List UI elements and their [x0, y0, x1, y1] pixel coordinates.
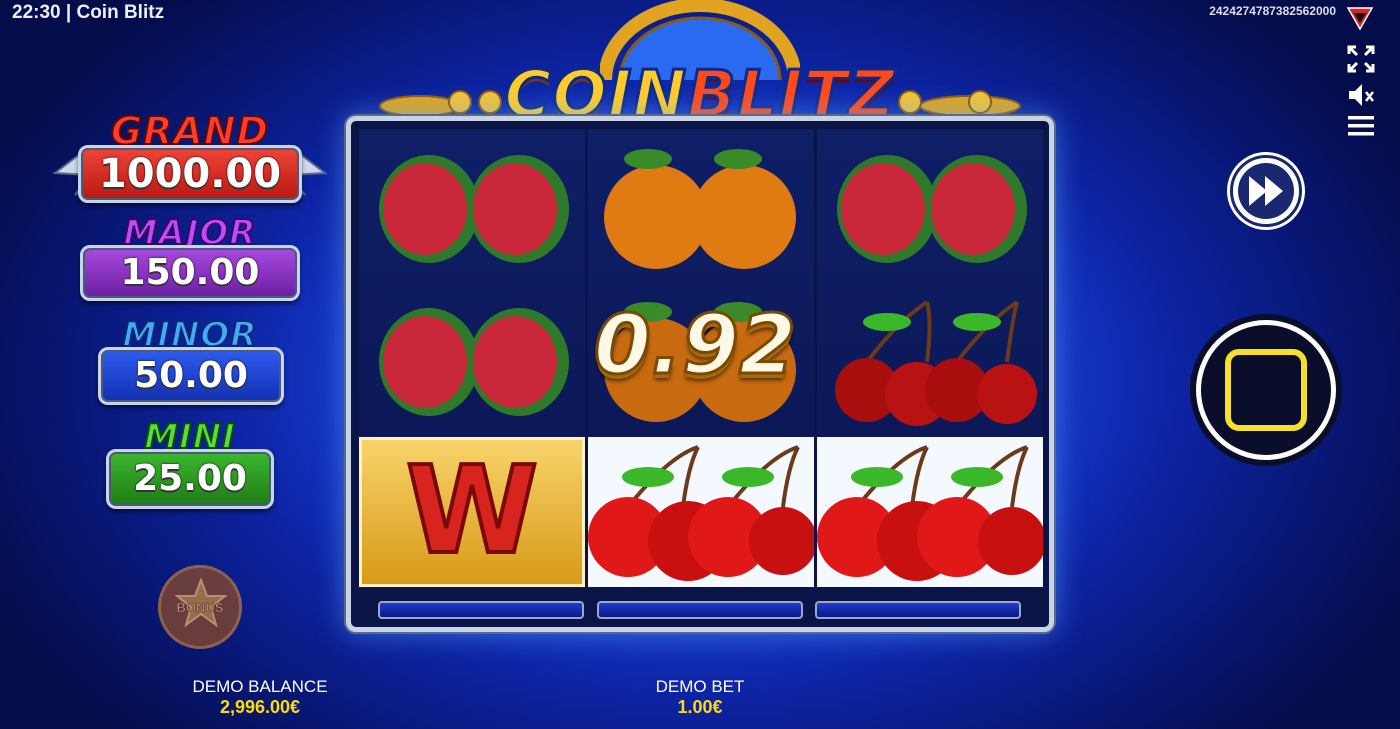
game-logo: COINBLITZ — [360, 0, 1040, 134]
demo-balance: DEMO BALANCE 2,996.00€ — [160, 677, 360, 718]
sound-muted-icon[interactable] — [1346, 80, 1376, 110]
symbol-watermelon — [359, 282, 585, 432]
win-amount: 0.92 — [592, 297, 797, 395]
watermelon-icon — [379, 155, 569, 263]
jackpot-mini: MINI 25.00 — [50, 416, 330, 517]
balance-label: DEMO BALANCE — [192, 677, 328, 696]
watermelon-icon — [379, 308, 569, 416]
bonus-label: BONUS — [176, 600, 224, 616]
symbol-watermelon — [817, 129, 1043, 279]
reel-1-bar — [378, 601, 584, 619]
balance-value: 2,996.00€ — [219, 697, 301, 717]
bet-value: 1.00€ — [677, 697, 723, 717]
reel-3-bar — [815, 601, 1021, 619]
jackpot-minor-value: 50.00 — [98, 347, 284, 405]
jackpot-major-value: 150.00 — [80, 245, 300, 301]
jackpot-grand: GRAND 1000.00 — [50, 105, 330, 205]
session-id: 242427478738256200​0 — [1209, 4, 1336, 18]
symbol-wild: W — [359, 437, 585, 587]
spin-button[interactable] — [1196, 320, 1336, 460]
fast-forward-icon — [1238, 163, 1294, 219]
reel-2-bar — [597, 601, 803, 619]
demo-bet[interactable]: DEMO BET 1.00€ — [620, 677, 780, 718]
jackpot-major: MAJOR 150.00 — [50, 212, 330, 313]
bonus-button[interactable]: BONUS — [158, 565, 242, 649]
bet-label: DEMO BET — [655, 677, 745, 696]
symbol-watermelon — [359, 129, 585, 279]
symbol-cherry — [588, 437, 814, 587]
watermelon-icon — [837, 155, 1027, 263]
clock-and-title: 22:30 | Coin Blitz — [12, 2, 165, 23]
symbol-cherry — [817, 282, 1043, 432]
hamburger-menu-icon[interactable] — [1346, 112, 1376, 142]
fullscreen-icon[interactable] — [1346, 44, 1376, 74]
cherry-icon — [817, 445, 1043, 581]
jackpot-grand-value: 1000.00 — [78, 145, 302, 203]
jackpot-minor: MINOR 50.00 — [50, 314, 330, 415]
jackpot-mini-value: 25.00 — [106, 449, 274, 509]
cherry-icon — [835, 300, 1037, 426]
provider-logo-icon — [1346, 7, 1374, 31]
stop-square-icon — [1225, 349, 1307, 431]
symbol-cherry — [817, 437, 1043, 587]
turbo-button[interactable] — [1230, 155, 1302, 227]
wild-letter: W — [404, 440, 540, 583]
orange-icon — [604, 149, 796, 269]
cherry-icon — [588, 445, 814, 581]
reel-3 — [817, 129, 1043, 589]
symbol-orange — [588, 129, 814, 279]
reel-1: W — [359, 129, 585, 589]
